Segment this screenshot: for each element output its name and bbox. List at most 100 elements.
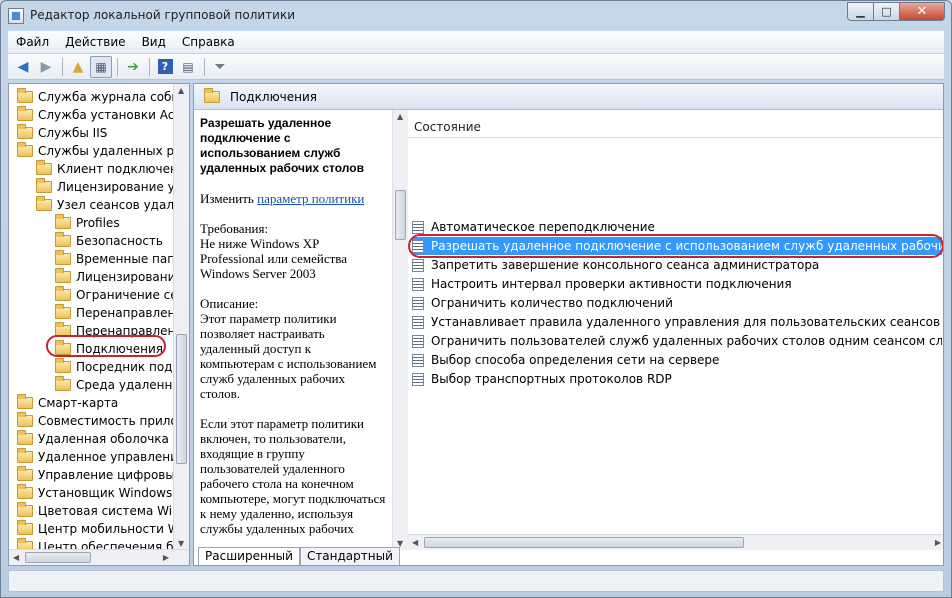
tree-item[interactable]: Временные папки (55, 250, 189, 268)
column-header-state[interactable]: Состояние (408, 116, 943, 138)
tree-item-label: Удаленная оболочка Windows (38, 432, 189, 446)
help-button[interactable]: ? (154, 56, 176, 78)
tree-horizontal-scrollbar[interactable]: ◀ ▶ (9, 549, 189, 565)
scroll-down-icon: ▼ (178, 539, 185, 548)
setting-label: Ограничить пользователей служб удаленных… (431, 334, 942, 348)
setting-row[interactable]: Ограничить количество подключений (412, 294, 942, 312)
settings-list[interactable]: Состояние Автоматическое переподключение… (408, 110, 943, 550)
filter-button[interactable]: ⏷ (209, 56, 231, 78)
setting-row[interactable]: Запретить завершение консольного сеанса … (412, 256, 942, 274)
tree-item-label: Центр мобильности Windows (38, 522, 189, 536)
menu-view[interactable]: Вид (134, 35, 174, 49)
up-button[interactable]: ▲ (67, 56, 89, 78)
tab-standard[interactable]: Стандартный (299, 547, 400, 565)
edit-policy-link[interactable]: параметр политики (257, 191, 364, 206)
tree-scroll-thumb[interactable] (176, 334, 187, 464)
show-hide-tree-button[interactable]: ▦ (90, 55, 112, 78)
properties-icon: ▤ (182, 59, 194, 74)
maximize-button[interactable]: □ (874, 2, 900, 21)
list-horizontal-scrollbar[interactable]: ◀ ▶ (408, 534, 943, 550)
scroll-left-icon: ◀ (412, 538, 419, 547)
folder-icon (17, 466, 33, 481)
pane-header: Подключения (194, 84, 943, 110)
menu-file[interactable]: Файл (8, 35, 57, 49)
tree-item[interactable]: Установщик Windows (17, 484, 172, 502)
tree-item[interactable]: Службы IIS (17, 124, 107, 142)
folder-icon (17, 394, 33, 409)
folder-icon (17, 88, 33, 103)
tree-item[interactable]: Клиент подключения к удаленному рабочему… (36, 160, 189, 178)
title-bar[interactable]: Редактор локальной групповой политики ▁ … (1, 1, 951, 31)
export-list-button[interactable]: ➔ (122, 56, 144, 78)
tree-item[interactable]: Profiles (55, 214, 120, 232)
view-tabs: Расширенный Стандартный (198, 547, 400, 565)
setting-label: Ограничить количество подключений (431, 296, 673, 310)
tree-item[interactable]: Службы удаленных рабочих столов (17, 142, 189, 160)
window-title: Редактор локальной групповой политики (30, 8, 296, 22)
back-button[interactable]: ◀ (12, 56, 34, 78)
forward-button[interactable]: ▶ (35, 56, 57, 78)
tree-item[interactable]: Лицензирование (55, 268, 183, 286)
tree-item[interactable]: Управление цифровыми правами (17, 466, 189, 484)
tree-item-label: Безопасность (76, 234, 163, 248)
tree-item-label: Узел сеансов удаленных рабочих столов (57, 198, 189, 212)
folder-icon (36, 196, 52, 211)
tree-hscroll-thumb[interactable] (25, 552, 91, 563)
folder-icon (36, 160, 52, 175)
properties-button[interactable]: ▤ (177, 56, 199, 78)
tree-item[interactable]: Удаленная оболочка Windows (17, 430, 189, 448)
tree-item[interactable]: Совместимость приложений (17, 412, 189, 430)
tab-extended[interactable]: Расширенный (198, 547, 300, 565)
menu-action[interactable]: Действие (57, 35, 133, 49)
back-arrow-icon: ◀ (17, 58, 29, 75)
description-scroll-thumb[interactable] (395, 190, 406, 240)
requirements: Требования: Не ниже Windows XP Professio… (200, 221, 386, 281)
close-button[interactable]: ✕ (900, 2, 945, 21)
setting-row[interactable]: Настроить интервал проверки активности п… (412, 275, 942, 293)
tree-item[interactable]: Удаленное управление Windows (17, 448, 189, 466)
tree-item-label: Служба журнала событий (38, 90, 190, 104)
tree-vertical-scrollbar[interactable]: ▲ ▼ (173, 84, 189, 550)
setting-row[interactable]: Ограничить пользователей служб удаленных… (412, 332, 942, 350)
tree-item[interactable]: Центр мобильности Windows (17, 520, 189, 538)
folder-icon (55, 358, 71, 373)
setting-row[interactable]: Устанавливает правила удаленного управле… (412, 313, 942, 331)
tree-item[interactable]: Узел сеансов удаленных рабочих столов (36, 196, 189, 214)
setting-label: Выбор способа определения сети на сервер… (431, 353, 720, 367)
tree-item[interactable]: Среда удаленных сеансов (55, 376, 189, 394)
tree-item-label: Совместимость приложений (38, 414, 189, 428)
pane-title: Подключения (230, 89, 318, 104)
tree-item-label: Службы удаленных рабочих столов (38, 144, 189, 158)
scroll-left-icon: ◀ (13, 553, 20, 562)
list-hscroll-thumb[interactable] (424, 537, 744, 548)
description-label: Описание: (200, 296, 259, 311)
setting-label: Выбор транспортных протоколов RDP (431, 372, 672, 386)
tree-item[interactable]: Перенаправление принтеров (55, 304, 189, 322)
policy-setting-icon (412, 258, 424, 272)
folder-icon (17, 412, 33, 427)
minimize-button[interactable]: ▁ (847, 2, 874, 21)
tree-item[interactable]: Посредник подключений (55, 358, 189, 376)
tree-item[interactable]: Смарт-карта (17, 394, 118, 412)
menu-help[interactable]: Справка (174, 35, 243, 49)
tree-item[interactable]: Служба установки ActiveX (17, 106, 189, 124)
tree-item[interactable]: Ограничение сеансов по времени (55, 286, 189, 304)
navigation-tree[interactable]: Служба журнала событий Служба установки A… (8, 83, 190, 566)
folder-icon (55, 232, 71, 247)
tree-item[interactable]: Цветовая система Windows (17, 502, 189, 520)
toolbar-separator (204, 57, 205, 76)
tree-item[interactable]: Безопасность (55, 232, 163, 250)
folder-icon (55, 376, 71, 391)
setting-label: Автоматическое переподключение (431, 220, 655, 234)
forward-arrow-icon: ▶ (40, 58, 52, 75)
setting-title: Разрешать удаленное подключение с исполь… (200, 116, 364, 175)
setting-row[interactable]: Выбор транспортных протоколов RDP (412, 370, 942, 388)
tree-item-label: Profiles (76, 216, 120, 230)
setting-row[interactable]: Выбор способа определения сети на сервер… (412, 351, 942, 369)
policy-setting-icon (412, 296, 424, 310)
tree-item[interactable]: Служба журнала событий (17, 88, 190, 106)
selection-highlight-oval (408, 234, 943, 258)
toolbar: ◀ ▶ ▲ ▦ ➔ ? ▤ ⏷ (8, 54, 944, 80)
description-scrollbar[interactable]: ▲ ▼ (392, 110, 408, 550)
tree-item[interactable]: Лицензирование удаленных рабочих столов (36, 178, 189, 196)
